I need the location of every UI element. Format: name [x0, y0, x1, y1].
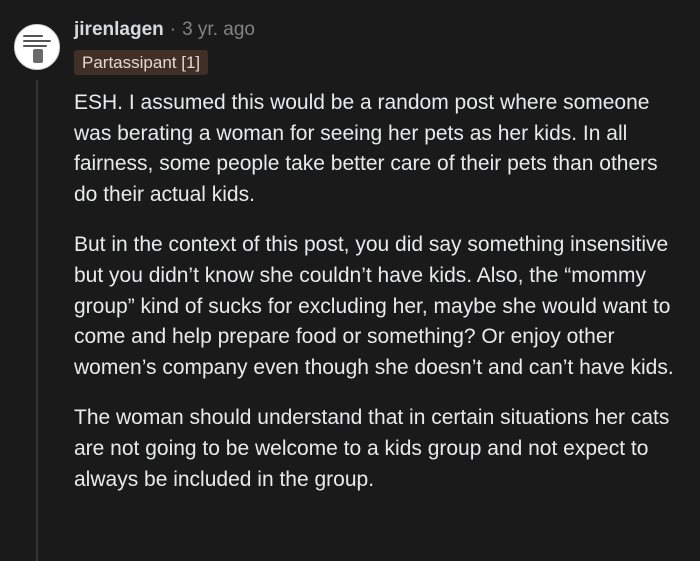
comment-meta: jirenlagen · 3 yr. ago	[74, 16, 255, 44]
comment-paragraph: But in the context of this post, you did…	[74, 233, 674, 379]
comment-paragraph: The woman should understand that in cert…	[74, 406, 670, 491]
user-avatar[interactable]	[14, 24, 60, 70]
avatar-image-figure	[33, 49, 43, 63]
avatar-image-line	[23, 45, 47, 47]
user-flair: Partassipant [1]	[74, 50, 209, 75]
avatar-image-line	[23, 35, 43, 37]
comment-paragraph: ESH. I assumed this would be a random po…	[74, 91, 658, 206]
thread-collapse-line[interactable]	[36, 80, 38, 561]
avatar-image-line	[23, 40, 51, 42]
comment-body: ESH. I assumed this would be a random po…	[74, 88, 686, 495]
username-link[interactable]: jirenlagen	[74, 19, 164, 41]
comment-timestamp[interactable]: 3 yr. ago	[182, 19, 255, 41]
comment: jirenlagen · 3 yr. ago Partassipant [1] …	[0, 0, 700, 561]
meta-separator: ·	[169, 19, 177, 40]
